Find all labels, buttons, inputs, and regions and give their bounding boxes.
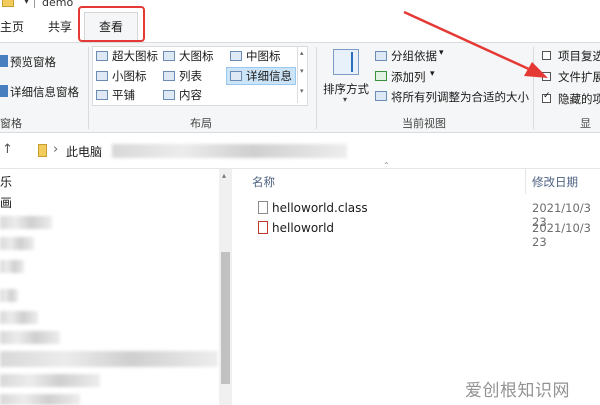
- watermark: 爱创根知识网: [465, 381, 570, 401]
- arrow-shaft: [403, 10, 532, 72]
- arrow-head: [524, 62, 548, 78]
- annotation-arrow: [403, 10, 548, 78]
